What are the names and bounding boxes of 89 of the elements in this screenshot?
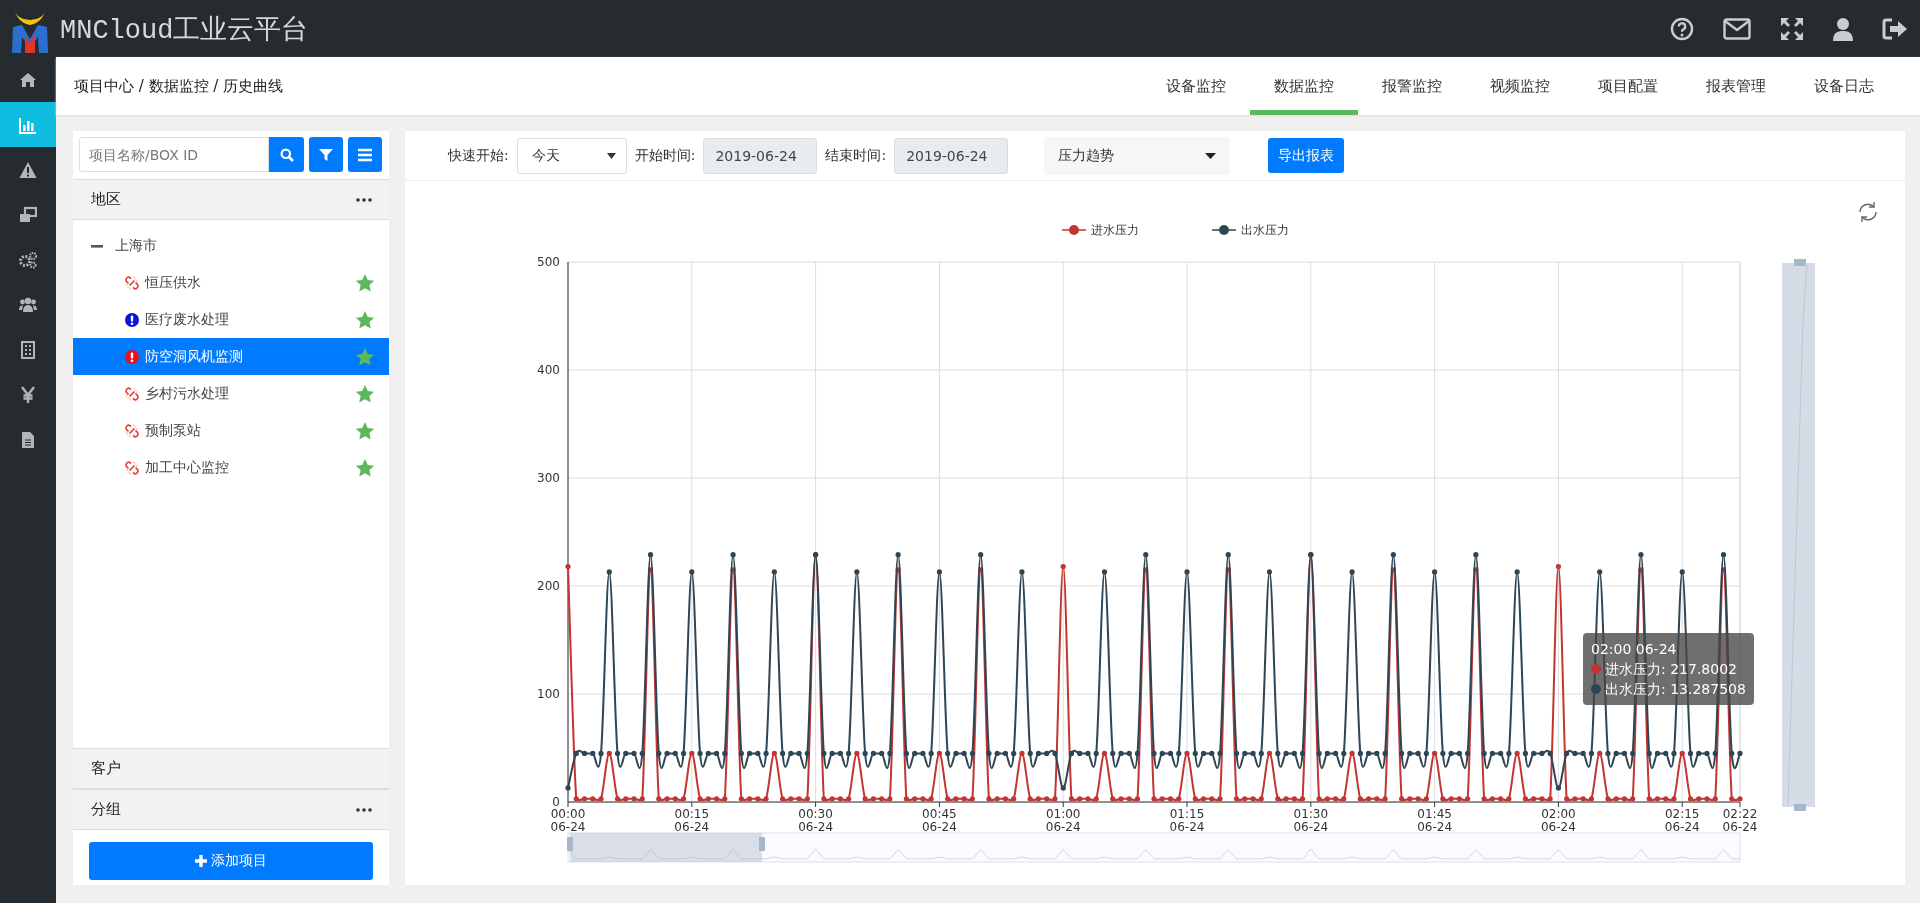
section-header[interactable]: 分组 (73, 789, 389, 830)
filter-button[interactable] (309, 137, 343, 172)
y-tick-label: 0 (552, 795, 560, 809)
logout-icon[interactable] (1882, 16, 1908, 41)
mail-icon[interactable] (1723, 17, 1751, 40)
section-title: 地区 (91, 190, 121, 209)
section-header[interactable]: 客户 (73, 748, 389, 789)
caret-icon (1205, 152, 1217, 159)
star-icon[interactable] (355, 309, 375, 330)
legend-label[interactable]: 出水压力 (1241, 223, 1289, 237)
vertical-zoom-slider[interactable] (1782, 259, 1815, 811)
tree-item[interactable]: 防空洞风机监测 (73, 338, 389, 375)
tree-item[interactable]: 医疗废水处理 (73, 301, 389, 338)
y-tick-label: 300 (537, 471, 560, 485)
star-icon[interactable] (355, 383, 375, 404)
y-tick-label: 500 (537, 255, 560, 269)
building-icon (19, 340, 37, 359)
x-tick-label: 01:30 06-24 (1293, 807, 1329, 834)
tab[interactable]: 报警监控 (1358, 57, 1466, 115)
tree-item[interactable]: 乡村污水处理 (73, 375, 389, 412)
fullscreen-icon[interactable] (1780, 16, 1804, 41)
zoom-slider[interactable] (567, 832, 1741, 863)
app-title: MNCloud工业云平台 (60, 14, 309, 47)
x-tick-label: 00:00 06-24 (550, 807, 586, 834)
section-title: 客户 (91, 759, 121, 778)
help-icon[interactable] (1670, 16, 1694, 41)
metric-select[interactable]: 压力趋势 (1044, 136, 1231, 175)
date-field[interactable]: 2019-06-24 (894, 137, 1009, 174)
section-header[interactable]: 地区 (73, 179, 389, 220)
bar-chart-icon (19, 115, 37, 134)
star-icon[interactable] (355, 457, 375, 478)
tab[interactable]: 报表管理 (1682, 57, 1790, 115)
tooltip-value: 出水压力: 13.287508 (1605, 680, 1746, 699)
users-icon (19, 295, 37, 314)
tooltip-title: 02:00 06-24 (1591, 640, 1678, 659)
more-icon[interactable] (356, 807, 372, 812)
x-tick-label: 01:45 06-24 (1417, 807, 1453, 834)
x-tick-label: 01:00 06-24 (1045, 807, 1081, 834)
menu-icon (358, 147, 372, 162)
home-icon (19, 70, 37, 89)
search-button[interactable] (269, 137, 304, 172)
x-tick-label: 00:30 06-24 (798, 807, 834, 834)
legend-marker-icon[interactable] (1211, 225, 1237, 235)
tab[interactable]: 设备监控 (1142, 57, 1250, 115)
add-project-button[interactable]: 添加项目 (89, 842, 373, 880)
quick-start-select[interactable]: 今天 (516, 137, 627, 174)
tree-node-label[interactable]: 上海市 (115, 236, 157, 255)
x-tick-label: 00:45 06-24 (921, 807, 957, 834)
field-label: 快速开始: (448, 146, 509, 165)
menu-button[interactable] (348, 137, 382, 172)
more-icon[interactable] (356, 197, 372, 202)
search-field[interactable]: 项目名称/BOX ID (79, 137, 269, 172)
star-icon[interactable] (355, 420, 375, 441)
tab[interactable]: 数据监控 (1250, 57, 1358, 115)
date-field[interactable]: 2019-06-24 (703, 137, 818, 174)
star-icon[interactable] (355, 346, 375, 367)
x-tick-label: 00:15 06-24 (674, 807, 710, 834)
yen-icon (19, 385, 37, 404)
star-icon[interactable] (355, 272, 375, 293)
x-tick-label: 02:15 06-24 (1664, 807, 1700, 834)
warning-icon (19, 160, 37, 179)
y-tick-label: 100 (537, 687, 560, 701)
caret-icon (606, 152, 616, 159)
field-label: 开始时间: (634, 146, 696, 165)
x-tick-label: 02:22 06-24 (1722, 807, 1758, 834)
tab[interactable]: 项目配置 (1574, 57, 1682, 115)
tab[interactable]: 视频监控 (1466, 57, 1574, 115)
tree-item[interactable]: 恒压供水 (73, 264, 389, 301)
tree-item[interactable]: 加工中心监控 (73, 449, 389, 486)
section-title: 分组 (91, 800, 121, 819)
field-label: 结束时间: (825, 146, 887, 165)
filter-icon (319, 147, 333, 162)
tree-item[interactable]: 预制泵站 (73, 412, 389, 449)
y-tick-label: 200 (537, 579, 560, 593)
tooltip-value: 进水压力: 217.8002 (1605, 660, 1737, 679)
plus-icon (195, 855, 207, 867)
x-tick-label: 01:15 06-24 (1169, 807, 1205, 834)
export-button[interactable]: 导出报表 (1268, 138, 1345, 173)
legend-marker-icon[interactable] (1061, 225, 1087, 235)
refresh-icon[interactable] (1859, 201, 1877, 223)
y-tick-label: 400 (537, 363, 560, 377)
x-tick-label: 02:00 06-24 (1541, 807, 1576, 834)
search-icon (279, 147, 294, 162)
breadcrumb: 项目中心 / 数据监控 / 历史曲线 (74, 76, 284, 96)
windows-icon (19, 205, 37, 224)
tab[interactable]: 设备日志 (1790, 57, 1898, 115)
legend-label[interactable]: 进水压力 (1091, 223, 1139, 237)
document-icon (19, 430, 37, 449)
user-icon[interactable] (1833, 16, 1853, 41)
